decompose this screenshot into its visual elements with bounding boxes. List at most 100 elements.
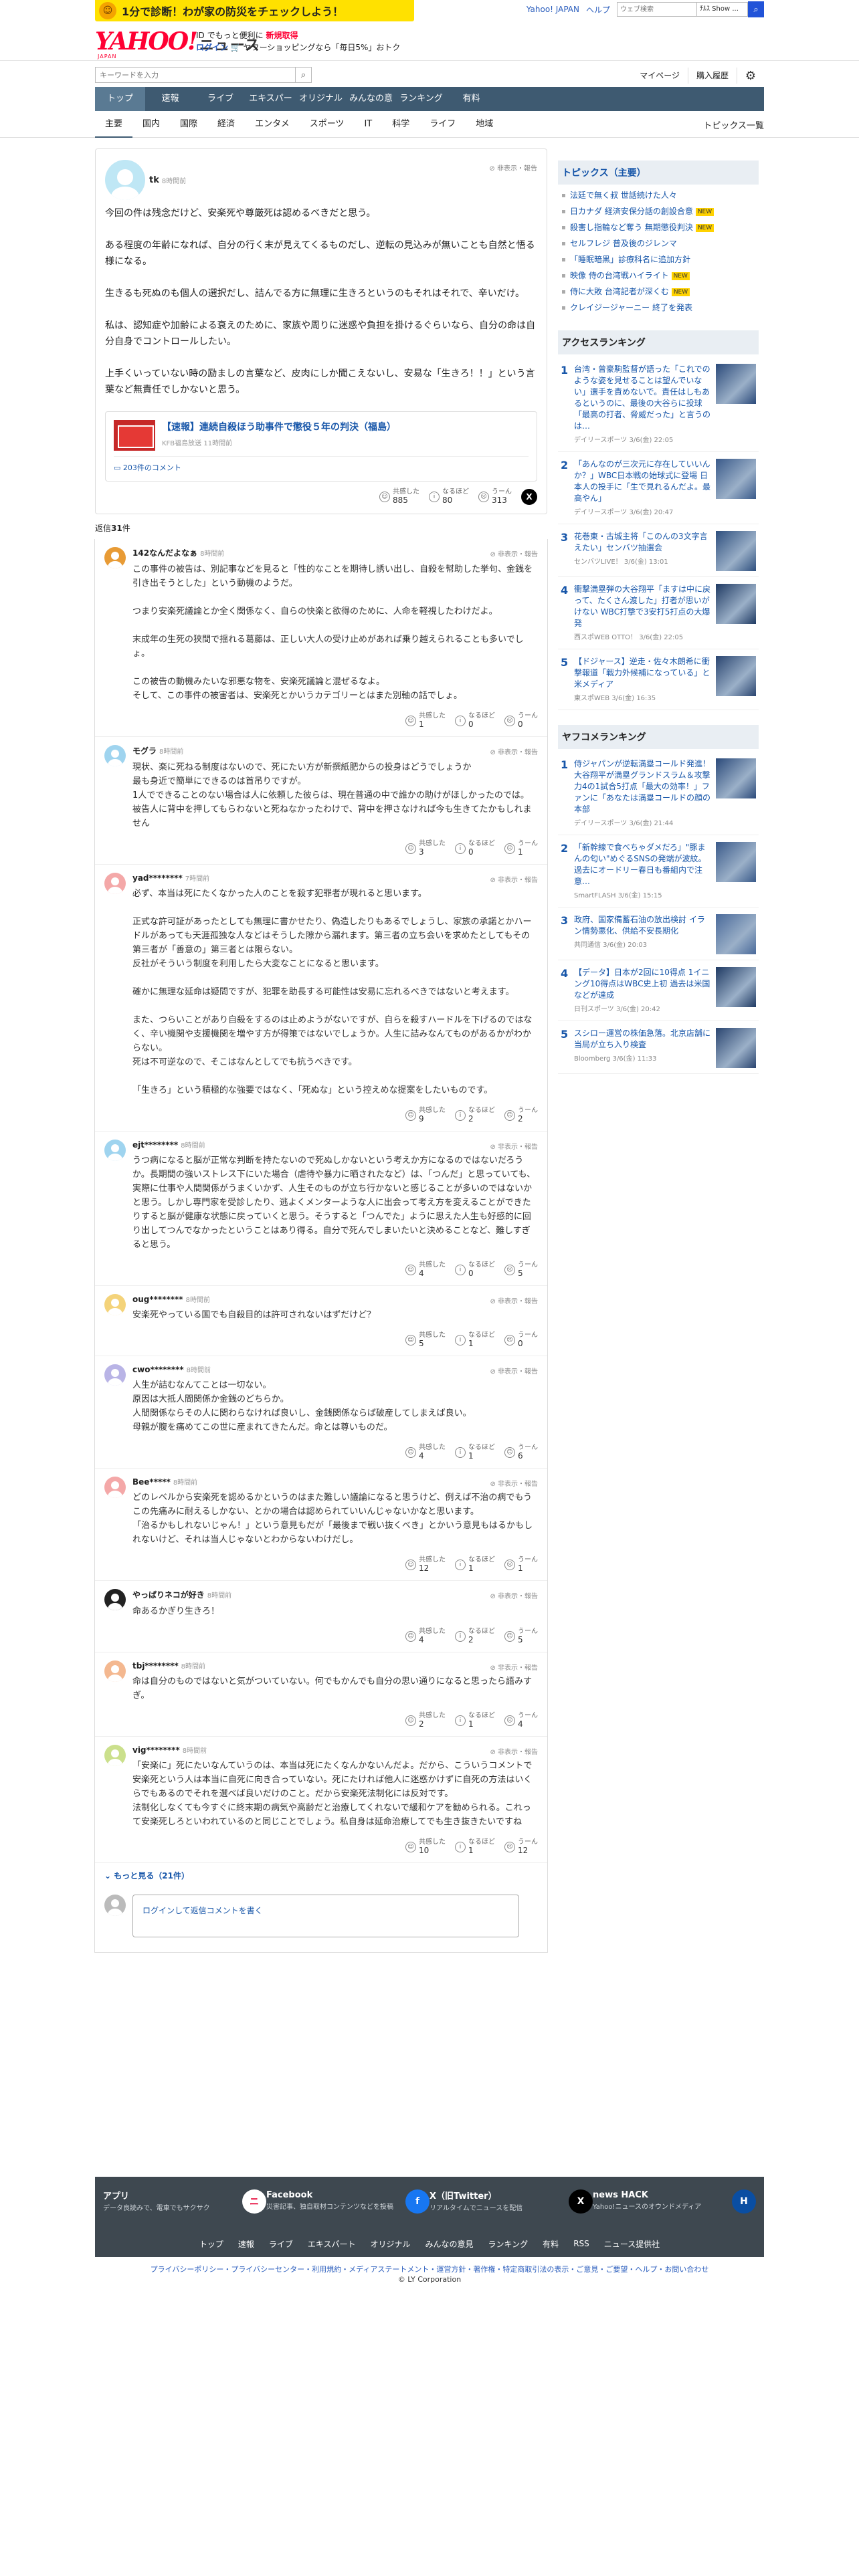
rank-thumbnail[interactable] — [716, 842, 756, 882]
footer-app-icon[interactable]: X — [569, 2189, 593, 2214]
gnav-tab[interactable]: トップ — [95, 87, 145, 111]
ranking-item[interactable]: 1 侍ジャパンが逆転満塁コールド発進！大谷翔平が満塁グランドスラム＆攻撃力4の1試… — [558, 752, 759, 835]
rank-thumbnail[interactable] — [716, 914, 756, 954]
topic-item[interactable]: 法廷で無く叔 世話続けた人々 — [558, 187, 759, 203]
footer-nav-link[interactable]: トップ — [199, 2238, 223, 2250]
reply-author-name[interactable]: yad******** — [132, 873, 183, 883]
rank-text[interactable]: 花巻東・古城主将「このんの3文字言えたい」センバツ抽選会 センバツLIVE！ 3/… — [574, 531, 710, 571]
hmm-button[interactable]: ☹ うーん 2 — [504, 1107, 538, 1124]
report-link[interactable]: ⊘ 非表示・報告 — [490, 1662, 538, 1672]
empathy-button[interactable]: ☺ 共感した 3 — [405, 840, 446, 857]
cnav-tab[interactable]: ライフ — [419, 111, 466, 138]
footer-app-title[interactable]: Facebook — [266, 2190, 399, 2200]
hmm-button[interactable]: ☹ うーん 4 — [504, 1712, 538, 1729]
ranking-item[interactable]: 5 スシロー運営の株価急落。北京店舗に当局が立ち入り検査 Bloomberg 3/6… — [558, 1021, 759, 1074]
shopping-ad[interactable]: ヤフーショッピングなら「毎日5%」おトク — [244, 43, 401, 52]
topic-title[interactable]: 日カナダ 経済安保分話の創設合意 — [570, 207, 693, 216]
rank-thumbnail[interactable] — [716, 1028, 756, 1068]
rank-thumbnail[interactable] — [716, 584, 756, 624]
reply-author[interactable]: yad******** 7時間前 — [132, 873, 538, 883]
gear-icon[interactable]: ⚙ — [737, 66, 764, 85]
rank-text[interactable]: 侍ジャパンが逆転満塁コールド発進！大谷翔平が満塁グランドスラム＆攻撃力4の1試合… — [574, 758, 710, 829]
footer-app[interactable]: X（旧Twitter） リアルタイムでニュースを配信 X — [430, 2189, 593, 2214]
ranking-item[interactable]: 2 「あんなのが三次元に存在していいんか？」WBC日本戦の始球式に登場 日本人の投… — [558, 452, 759, 524]
footer-app-title[interactable]: X（旧Twitter） — [430, 2189, 562, 2202]
cnav-tab[interactable]: 科学 — [382, 111, 419, 138]
reply-author[interactable]: tbj******** 8時間前 — [132, 1660, 538, 1671]
reply-author[interactable]: ejt******** 8時間前 — [132, 1140, 538, 1150]
gnav-tab[interactable]: ライブ — [195, 87, 246, 111]
insight-button[interactable]: i なるほど 1 — [455, 1331, 495, 1349]
reply-author-name[interactable]: Bee***** — [132, 1477, 171, 1487]
footer-nav-link[interactable]: オリジナル — [371, 2238, 411, 2250]
reply-author[interactable]: cwo******** 8時間前 — [132, 1364, 538, 1374]
rank-thumbnail[interactable] — [716, 656, 756, 696]
search-icon[interactable]: ⌕ — [748, 1, 764, 17]
footer-nav-link[interactable]: ランキング — [488, 2238, 529, 2250]
hmm-button[interactable]: ☹ うーん 12 — [504, 1838, 538, 1856]
reply-author[interactable]: vig******** 8時間前 — [132, 1745, 538, 1755]
topic-title[interactable]: 殺害し指輪など奪う 無期懲役判決 — [570, 223, 693, 232]
footer-app[interactable]: アプリ データ良読みで、電車でもサクサクニ — [103, 2189, 266, 2214]
keyword-search-input[interactable] — [95, 67, 296, 83]
rank-thumbnail[interactable] — [716, 364, 756, 404]
ranking-item[interactable]: 3 政府、国家備蓄石油の放出検討 イラン情勢悪化、供給不安長期化 共同通信 3/6(… — [558, 907, 759, 960]
footer-nav-link[interactable]: 速報 — [238, 2238, 254, 2250]
rank-thumbnail[interactable] — [716, 531, 756, 571]
rank-title[interactable]: 花巻東・古城主将「このんの3文字言えたい」センバツ抽選会 — [574, 531, 710, 554]
ranking-item[interactable]: 4 【データ】日本が2回に10得点 1イニング10得点はWBC史上初 過去は米国な… — [558, 960, 759, 1021]
rank-text[interactable]: 【データ】日本が2回に10得点 1イニング10得点はWBC史上初 過去は米国など… — [574, 967, 710, 1015]
footer-nav-link[interactable]: エキスパート — [308, 2238, 356, 2250]
report-link[interactable]: ⊘ 非表示・報告 — [490, 1295, 538, 1305]
report-link[interactable]: ⊘ 非表示・報告 — [490, 874, 538, 884]
mypage-link[interactable]: マイページ — [632, 68, 688, 84]
footer-nav-link[interactable]: 有料 — [543, 2238, 559, 2250]
hmm-button[interactable]: ☹ うーん 313 — [478, 488, 512, 506]
rank-thumbnail[interactable] — [716, 758, 756, 798]
hmm-button[interactable]: ☹ うーん 0 — [504, 712, 538, 730]
cnav-tab[interactable]: エンタメ — [245, 111, 300, 138]
yahoo-japan-link[interactable]: Yahoo! JAPAN — [527, 5, 579, 14]
rank-text[interactable]: 衝撃満塁弾の大谷翔平「ますは中に戻って、たくさん渡した」打者が思いがけない WB… — [574, 584, 710, 643]
reply-input[interactable]: ログインして返信コメントを書く — [132, 1895, 519, 1937]
insight-button[interactable]: i なるほど 0 — [455, 1261, 495, 1279]
rank-title[interactable]: 政府、国家備蓄石油の放出検討 イラン情勢悪化、供給不安長期化 — [574, 914, 710, 937]
show-more-button[interactable]: ⌄ もっと見る（21件） — [95, 1863, 547, 1888]
reply-author-name[interactable]: oug******** — [132, 1295, 183, 1304]
topic-title[interactable]: 映像 侍の台湾戦ハイライト — [570, 271, 669, 280]
gnav-tab[interactable]: オリジナル — [296, 87, 346, 111]
rank-text[interactable]: 「新幹線で食べちゃダメだろ」"豚まんの匂い"めぐるSNSの発端が波紋。過去にオー… — [574, 842, 710, 901]
footer-app[interactable]: news HACK Yahoo!ニュースのオウンドメディア H — [593, 2189, 756, 2214]
login-link[interactable]: ログイン — [196, 43, 228, 52]
hmm-button[interactable]: ☹ うーん 6 — [504, 1444, 538, 1461]
comments-link[interactable]: ▭ 203件のコメント — [114, 456, 529, 473]
hmm-button[interactable]: ☹ うーん 0 — [504, 1331, 538, 1349]
footer-app-icon[interactable]: ニ — [242, 2189, 266, 2214]
article-card[interactable]: 【速報】連続自殺ほう助事件で懲役５年の判決（福島） KFB福島放送 11時間前 … — [105, 411, 537, 481]
reply-author-name[interactable]: vig******** — [132, 1745, 180, 1755]
insight-button[interactable]: i なるほど 0 — [455, 840, 495, 857]
ranking-item[interactable]: 5 【ドジャース】逆走・佐々木朗希に衝撃報道「戦力外候補になっている」と米メディア… — [558, 649, 759, 710]
empathy-button[interactable]: ☺ 共感した 4 — [405, 1444, 446, 1461]
rank-title[interactable]: 「新幹線で食べちゃダメだろ」"豚まんの匂い"めぐるSNSの発端が波紋。過去にオー… — [574, 842, 710, 887]
legal-links[interactable]: プライバシーポリシー・プライバシーセンター・利用規約・メディアステートメント・運… — [95, 2264, 764, 2274]
insight-button[interactable]: i なるほど 1 — [455, 1712, 495, 1729]
topic-item[interactable]: 日カナダ 経済安保分話の創設合意 NEW — [558, 203, 759, 219]
cnav-tab[interactable]: 主要 — [95, 111, 133, 138]
empathy-button[interactable]: ☺ 共感した 12 — [405, 1556, 446, 1574]
topics-list-link[interactable]: トピックス一覧 — [703, 118, 764, 131]
rank-text[interactable]: 「あんなのが三次元に存在していいんか？」WBC日本戦の始球式に登場 日本人の投手… — [574, 459, 710, 518]
signup-link[interactable]: 新規取得 — [266, 31, 298, 40]
reply-author[interactable]: モグラ 8時間前 — [132, 745, 538, 756]
footer-app-title[interactable]: news HACK — [593, 2190, 725, 2200]
empathy-button[interactable]: ☺ 共感した 4 — [405, 1628, 446, 1645]
insight-button[interactable]: i なるほど 1 — [455, 1444, 495, 1461]
rank-title[interactable]: 【データ】日本が2回に10得点 1イニング10得点はWBC史上初 過去は米国など… — [574, 967, 710, 1001]
footer-nav-link[interactable]: RSS — [573, 2239, 589, 2248]
topic-item[interactable]: 侍に大敗 台湾記者が深くむ NEW — [558, 284, 759, 300]
reply-author[interactable]: 142なんだよなぁ 8時間前 — [132, 547, 538, 558]
footer-app-title[interactable]: アプリ — [103, 2189, 235, 2202]
ranking-item[interactable]: 3 花巻東・古城主将「このんの3文字言えたい」センバツ抽選会 センバツLIVE！ 3… — [558, 524, 759, 577]
insight-button[interactable]: i なるほど 2 — [455, 1107, 495, 1124]
reply-author-name[interactable]: tbj******** — [132, 1661, 179, 1671]
